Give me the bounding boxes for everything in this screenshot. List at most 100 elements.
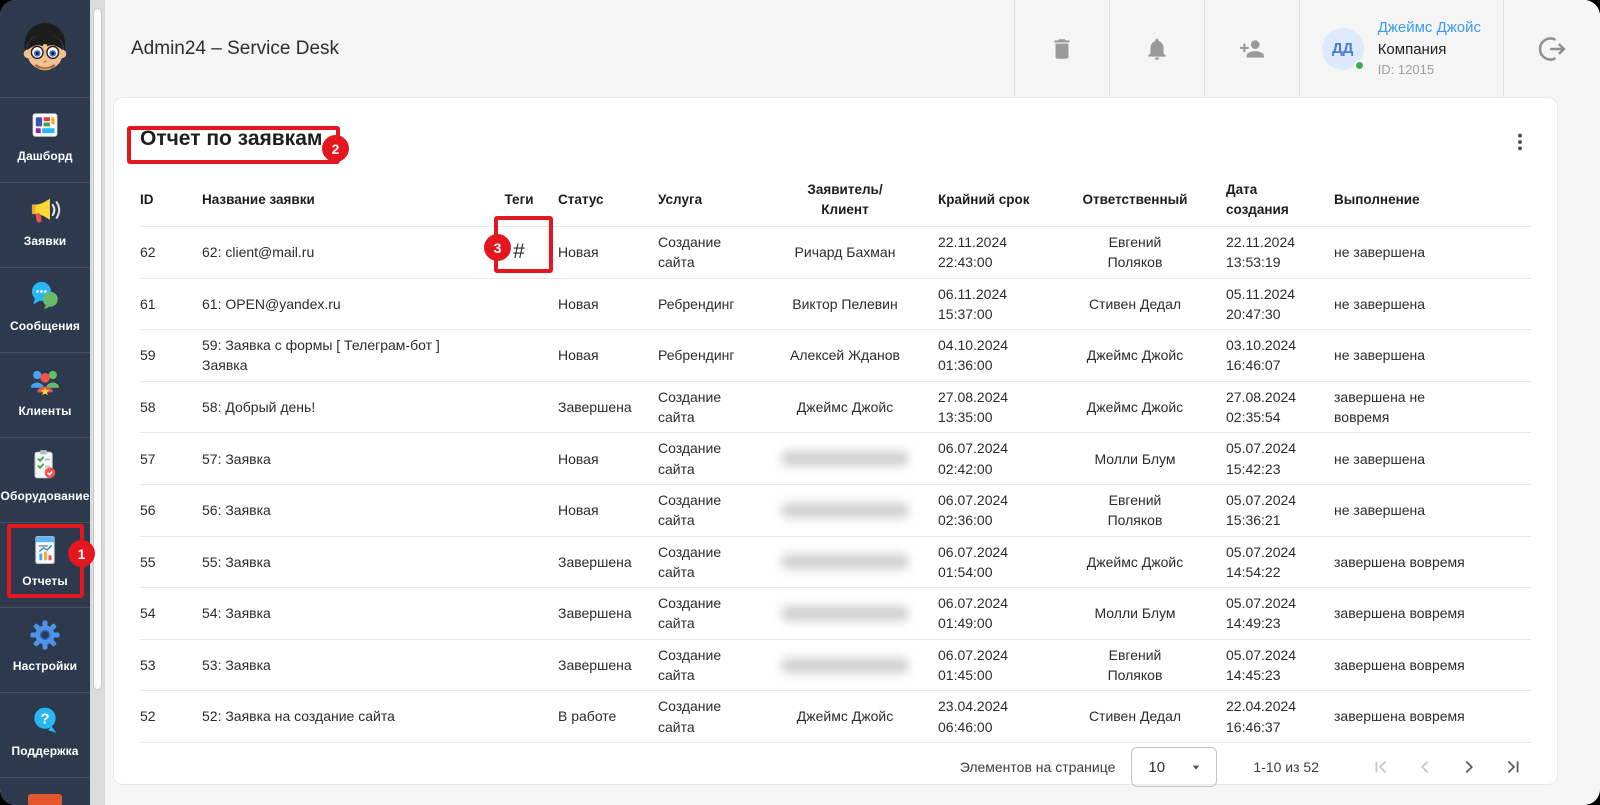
cell-deadline: 06.11.2024 15:37:00: [938, 285, 1008, 322]
column-header-status: Статус: [558, 192, 604, 208]
cell-client: [776, 537, 926, 588]
cell-deadline: 22.11.2024 22:43:00: [938, 234, 1008, 271]
sidebar-item-label: Заявки: [23, 234, 67, 248]
cell-id: 59: [140, 347, 156, 364]
cell-responsible: Молли Блум: [1094, 450, 1176, 467]
next-page-button[interactable]: [1453, 751, 1485, 783]
sidebar-item-label: Дашборд: [17, 149, 73, 163]
cell-status: Завершена: [558, 605, 632, 622]
cell-deadline: 23.04.2024 06:46:00: [938, 698, 1009, 735]
trash-button[interactable]: [1015, 0, 1109, 97]
cell-deadline: 04.10.2024 01:36:00: [938, 337, 1009, 374]
user-initials-avatar: ДД: [1321, 27, 1365, 71]
sidebar-item-messages[interactable]: Сообщения: [0, 267, 90, 352]
sidebar-item-equipment[interactable]: Оборудование: [0, 437, 90, 522]
cell-client: Виктор Пелевин: [792, 295, 898, 312]
cell-completion: завершена не вовремя: [1334, 388, 1425, 426]
blurred-client-name: [781, 657, 909, 673]
page-size-label: Элементов на странице: [959, 759, 1116, 776]
cell-tags: [492, 433, 558, 484]
table-row-55[interactable]: 55 55: Заявка Завершена Создание сайта 06.07…: [140, 537, 1531, 589]
cell-name: 58: Добрый день!: [202, 398, 316, 415]
table-row-62[interactable]: 62 62: client@mail.ru # Новая Создание сайта…: [140, 227, 1531, 279]
cell-tags: [492, 537, 558, 588]
cell-responsible: Джеймс Джойс: [1086, 553, 1184, 570]
sidebar-scrollbar[interactable]: [90, 0, 105, 805]
column-header-service: Услуга: [658, 192, 703, 208]
cell-completion: не завершена: [1334, 450, 1425, 467]
cell-created: 22.11.2024 13:53:19: [1226, 234, 1296, 271]
table-row-56[interactable]: 56 56: Заявка Новая Создание сайта 06.07.202…: [140, 485, 1531, 537]
kebab-menu-button[interactable]: [1503, 125, 1537, 162]
cell-status: Завершена: [558, 656, 632, 673]
cell-responsible: Джеймс Джойс: [1086, 347, 1184, 364]
column-header-name: Название заявки: [202, 192, 315, 208]
cartoon-face-icon: [14, 18, 76, 80]
add-user-button[interactable]: [1205, 0, 1299, 97]
cell-completion: завершена вовремя: [1334, 656, 1465, 673]
cell-tags: [492, 279, 558, 330]
page-title: Отчет по заявкам: [140, 127, 323, 150]
cell-responsible: Евгений Поляков: [1107, 234, 1163, 271]
cell-created: 05.07.2024 14:54:22: [1226, 543, 1297, 580]
cell-created: 27.08.2024 02:35:54: [1226, 388, 1297, 426]
cell-tags: #: [492, 227, 558, 278]
cell-service: Создание сайта: [658, 595, 722, 632]
cell-completion: не завершена: [1334, 295, 1425, 312]
cell-tags: [492, 330, 558, 381]
cell-id: 54: [140, 605, 156, 622]
sidebar-item-partial[interactable]: [0, 777, 90, 805]
table-row-61[interactable]: 61 61: OPEN@yandex.ru Новая Ребрендинг Викто…: [140, 279, 1531, 331]
table-row-52[interactable]: 52 52: Заявка на создание сайта В работе Со…: [140, 691, 1531, 743]
cell-completion: не завершена: [1334, 502, 1425, 519]
user-profile-block[interactable]: ДД Джеймс Джойс Компания ID: 12015: [1300, 0, 1503, 97]
logout-button[interactable]: [1504, 0, 1600, 97]
icon-chat: [28, 278, 62, 312]
cell-id: 52: [140, 708, 156, 725]
cell-client: [776, 485, 926, 536]
cell-name: 53: Заявка: [202, 656, 271, 673]
prev-page-button: [1409, 751, 1441, 783]
sidebar-item-clients[interactable]: Клиенты: [0, 352, 90, 437]
sidebar-item-label: Оборудование: [0, 489, 90, 503]
table-row-58[interactable]: 58 58: Добрый день! Завершена Создание сайт…: [140, 382, 1531, 434]
sidebar-item-settings[interactable]: Настройки: [0, 607, 90, 692]
tag-hash[interactable]: #: [513, 237, 525, 267]
table-row-53[interactable]: 53 53: Заявка Завершена Создание сайта 06.07…: [140, 640, 1531, 692]
notifications-button[interactable]: [1110, 0, 1204, 97]
page-size-select[interactable]: 10: [1131, 747, 1218, 788]
cell-name: 52: Заявка на создание сайта: [202, 708, 395, 725]
cell-name: 57: Заявка: [202, 450, 271, 467]
column-header-responsible: Ответственный: [1082, 192, 1188, 208]
cell-completion: не завершена: [1334, 347, 1425, 364]
sidebar-item-label: Сообщения: [9, 319, 81, 333]
blurred-client-name: [781, 605, 909, 621]
cell-name: 61: OPEN@yandex.ru: [202, 295, 341, 312]
cell-client: Алексей Жданов: [790, 347, 900, 364]
person-add-icon: [1239, 36, 1265, 62]
sidebar-item-label: Поддержка: [11, 744, 79, 758]
prev-page-icon: [1414, 756, 1436, 778]
cell-responsible: Стивен Дедал: [1088, 295, 1182, 312]
cell-name: 59: Заявка с формы [ Телеграм-бот ] Заяв…: [202, 337, 440, 374]
cell-service: Создание сайта: [658, 234, 722, 271]
sidebar: Дашборд Заявки Сообщения Клиенты Оборудо…: [0, 0, 90, 805]
icon-support: [28, 703, 62, 737]
scrollbar-thumb[interactable]: [93, 8, 102, 690]
sidebar-item-reports[interactable]: Отчеты: [0, 522, 90, 607]
page-size-value: 10: [1148, 758, 1166, 776]
cell-status: Новая: [558, 502, 599, 519]
table-row-59[interactable]: 59 59: Заявка с формы [ Телеграм-бот ] За…: [140, 330, 1531, 382]
sidebar-user-avatar[interactable]: [0, 0, 90, 97]
cell-created: 22.04.2024 16:46:37: [1226, 698, 1297, 735]
cell-created: 05.11.2024 20:47:30: [1226, 285, 1296, 322]
cell-service: Создание сайта: [658, 388, 722, 426]
sidebar-item-dashboard[interactable]: Дашборд: [0, 97, 90, 182]
sidebar-item-support[interactable]: Поддержка: [0, 692, 90, 777]
last-page-button[interactable]: [1497, 751, 1529, 783]
cell-status: Завершена: [558, 398, 632, 415]
table-row-57[interactable]: 57 57: Заявка Новая Создание сайта 06.07.202…: [140, 433, 1531, 485]
icon-clients: [28, 363, 62, 397]
table-row-54[interactable]: 54 54: Заявка Завершена Создание сайта 06.07…: [140, 588, 1531, 640]
sidebar-item-requests[interactable]: Заявки: [0, 182, 90, 267]
